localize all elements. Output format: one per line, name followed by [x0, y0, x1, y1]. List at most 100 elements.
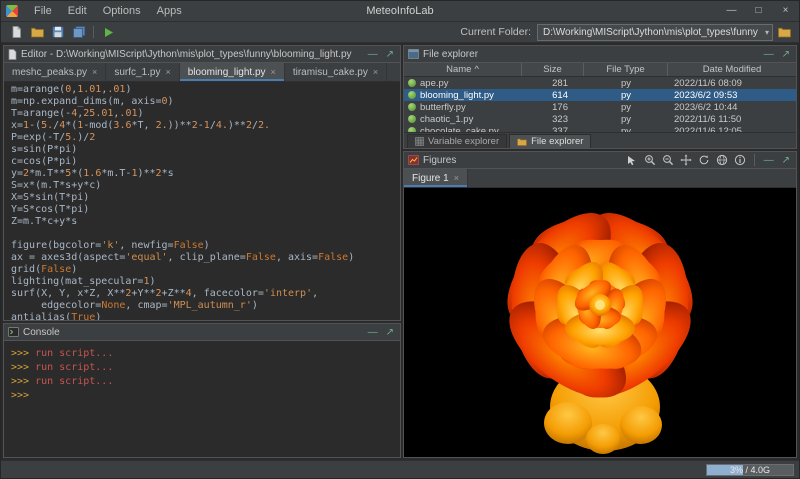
- tab-label: Figure 1: [412, 173, 449, 184]
- python-file-icon: [408, 115, 416, 123]
- console-line: >>> run script...: [11, 347, 400, 361]
- code-line: x=1-(5./4*(1-mod(3.6*T, 2.))**2-1/4.)**2…: [11, 120, 400, 132]
- column-header-type[interactable]: File Type: [584, 63, 668, 76]
- save-all-icon: [73, 26, 86, 38]
- select-tool-icon[interactable]: [625, 153, 639, 167]
- file-type: py: [584, 102, 668, 113]
- file-modified: 2023/6/2 09:53: [668, 90, 796, 101]
- column-header-date[interactable]: Date Modified: [668, 63, 796, 76]
- editor-minimize-icon[interactable]: —: [366, 47, 380, 62]
- tab-meshc-peaks[interactable]: meshc_peaks.py ×: [4, 63, 106, 81]
- tab-blooming-light[interactable]: blooming_light.py ×: [180, 63, 285, 81]
- figures-minimize-icon[interactable]: —: [762, 153, 776, 168]
- menu-options[interactable]: Options: [95, 1, 149, 21]
- file-explorer-float-icon[interactable]: ↗: [780, 47, 792, 62]
- column-label: Size: [543, 64, 561, 75]
- save-icon: [52, 26, 64, 38]
- current-folder-select[interactable]: D:\Working\MIScript\Jython\mis\plot_type…: [537, 24, 773, 41]
- save-file-button[interactable]: [48, 23, 68, 41]
- right-column: File explorer — ↗ Name ^ Size File Type: [403, 45, 797, 458]
- tab-surfc-1[interactable]: surfc_1.py ×: [106, 63, 179, 81]
- figure-toolbar: — ↗: [625, 153, 792, 168]
- editor-header: Editor - D:\Working\MIScript\Jython\mis\…: [4, 46, 400, 63]
- tab-figure-1[interactable]: Figure 1 ×: [404, 169, 468, 187]
- menu-edit[interactable]: Edit: [60, 1, 95, 21]
- figures-panel: Figures: [403, 151, 797, 458]
- tab-close-icon[interactable]: ×: [373, 67, 378, 77]
- code-line: m=arange(0,1.01,.01): [11, 84, 400, 96]
- code-line: S=x*(m.T*s+y*c): [11, 180, 400, 192]
- main-toolbar: Current Folder: D:\Working\MIScript\Jyth…: [1, 21, 799, 43]
- save-all-button[interactable]: [69, 23, 89, 41]
- tab-close-icon[interactable]: ×: [454, 173, 459, 183]
- code-line: T=arange(-4,25.01,.01): [11, 108, 400, 120]
- file-explorer-minimize-icon[interactable]: —: [762, 47, 776, 62]
- menu-file[interactable]: File: [26, 1, 60, 21]
- console-header: Console — ↗: [4, 324, 400, 341]
- code-line: ax = axes3d(aspect='equal', clip_plane=F…: [11, 252, 400, 264]
- tab-file-explorer[interactable]: File explorer: [509, 134, 591, 148]
- python-file-icon: [408, 91, 416, 99]
- tab-close-icon[interactable]: ×: [271, 67, 276, 77]
- current-folder-label: Current Folder:: [460, 26, 536, 38]
- column-header-name[interactable]: Name ^: [404, 63, 522, 76]
- browse-folder-icon: [778, 27, 791, 38]
- file-row[interactable]: ape.py281py2022/11/6 08:09: [404, 77, 796, 89]
- memory-text: 3% / 4.0G: [707, 465, 793, 476]
- tab-close-icon[interactable]: ×: [165, 67, 170, 77]
- code-line: Z=m.T*c+y*s: [11, 216, 400, 228]
- chevron-down-icon: ▾: [761, 28, 769, 37]
- menu-apps[interactable]: Apps: [149, 1, 190, 21]
- figure-canvas[interactable]: [404, 188, 796, 457]
- file-row[interactable]: butterfly.py176py2023/6/2 10:44: [404, 101, 796, 113]
- editor-float-icon[interactable]: ↗: [384, 47, 396, 62]
- close-button[interactable]: ×: [772, 1, 799, 21]
- titlebar: File Edit Options Apps MeteoInfoLab — □ …: [1, 1, 799, 21]
- minimize-button[interactable]: —: [718, 1, 745, 21]
- tab-close-icon[interactable]: ×: [92, 67, 97, 77]
- rotate-icon[interactable]: [697, 153, 711, 167]
- tab-tiramisu-cake[interactable]: tiramisu_cake.py ×: [285, 63, 387, 81]
- console-float-icon[interactable]: ↗: [384, 325, 396, 340]
- file-list: ape.py281py2022/11/6 08:09blooming_light…: [404, 77, 796, 132]
- run-script-button[interactable]: [98, 23, 118, 41]
- open-folder-icon: [31, 27, 44, 38]
- file-size: 614: [522, 90, 584, 101]
- column-label: File Type: [606, 64, 644, 75]
- zoom-out-icon[interactable]: [661, 153, 675, 167]
- code-line: surf(X, Y, x*Z, X**2+Y**2+Z**4, facecolo…: [11, 288, 400, 300]
- column-header-size[interactable]: Size: [522, 63, 584, 76]
- maximize-button[interactable]: □: [745, 1, 772, 21]
- console-minimize-icon[interactable]: —: [366, 325, 380, 340]
- new-file-button[interactable]: [6, 23, 26, 41]
- memory-indicator: 3% / 4.0G: [706, 464, 794, 476]
- figures-float-icon[interactable]: ↗: [780, 153, 792, 168]
- tab-label: tiramisu_cake.py: [293, 67, 368, 78]
- file-explorer-title: File explorer: [423, 49, 758, 60]
- editor-title: Editor - D:\Working\MIScript\Jython\mis\…: [21, 49, 362, 60]
- variable-grid-icon: [415, 137, 424, 146]
- tab-variable-explorer[interactable]: Variable explorer: [407, 134, 507, 148]
- editor-panel: Editor - D:\Working\MIScript\Jython\mis\…: [3, 45, 401, 321]
- code-line: s=sin(P*pi): [11, 144, 400, 156]
- figures-header: Figures: [404, 152, 796, 169]
- code-area[interactable]: m=arange(0,1.01,.01)m=np.expand_dims(m, …: [4, 82, 400, 320]
- code-line: m=np.expand_dims(m, axis=0): [11, 96, 400, 108]
- code-line: Y=S*cos(T*pi): [11, 204, 400, 216]
- file-row[interactable]: chaotic_1.py323py2022/11/6 11:50: [404, 113, 796, 125]
- zoom-in-icon[interactable]: [643, 153, 657, 167]
- info-icon[interactable]: [733, 153, 747, 167]
- main-area: Editor - D:\Working\MIScript\Jython\mis\…: [1, 43, 799, 460]
- globe-icon[interactable]: [715, 153, 729, 167]
- code-line: antialias(True): [11, 312, 400, 320]
- file-explorer-icon: [408, 49, 419, 59]
- code-line: c=cos(P*pi): [11, 156, 400, 168]
- browse-folder-button[interactable]: [774, 23, 794, 41]
- file-row[interactable]: blooming_light.py614py2023/6/2 09:53: [404, 89, 796, 101]
- column-label: Name: [446, 64, 471, 75]
- open-file-button[interactable]: [27, 23, 47, 41]
- pan-icon[interactable]: [679, 153, 693, 167]
- folder-icon: [517, 138, 527, 146]
- file-type: py: [584, 114, 668, 125]
- console-body[interactable]: >>> run script...>>> run script...>>> ru…: [4, 341, 400, 457]
